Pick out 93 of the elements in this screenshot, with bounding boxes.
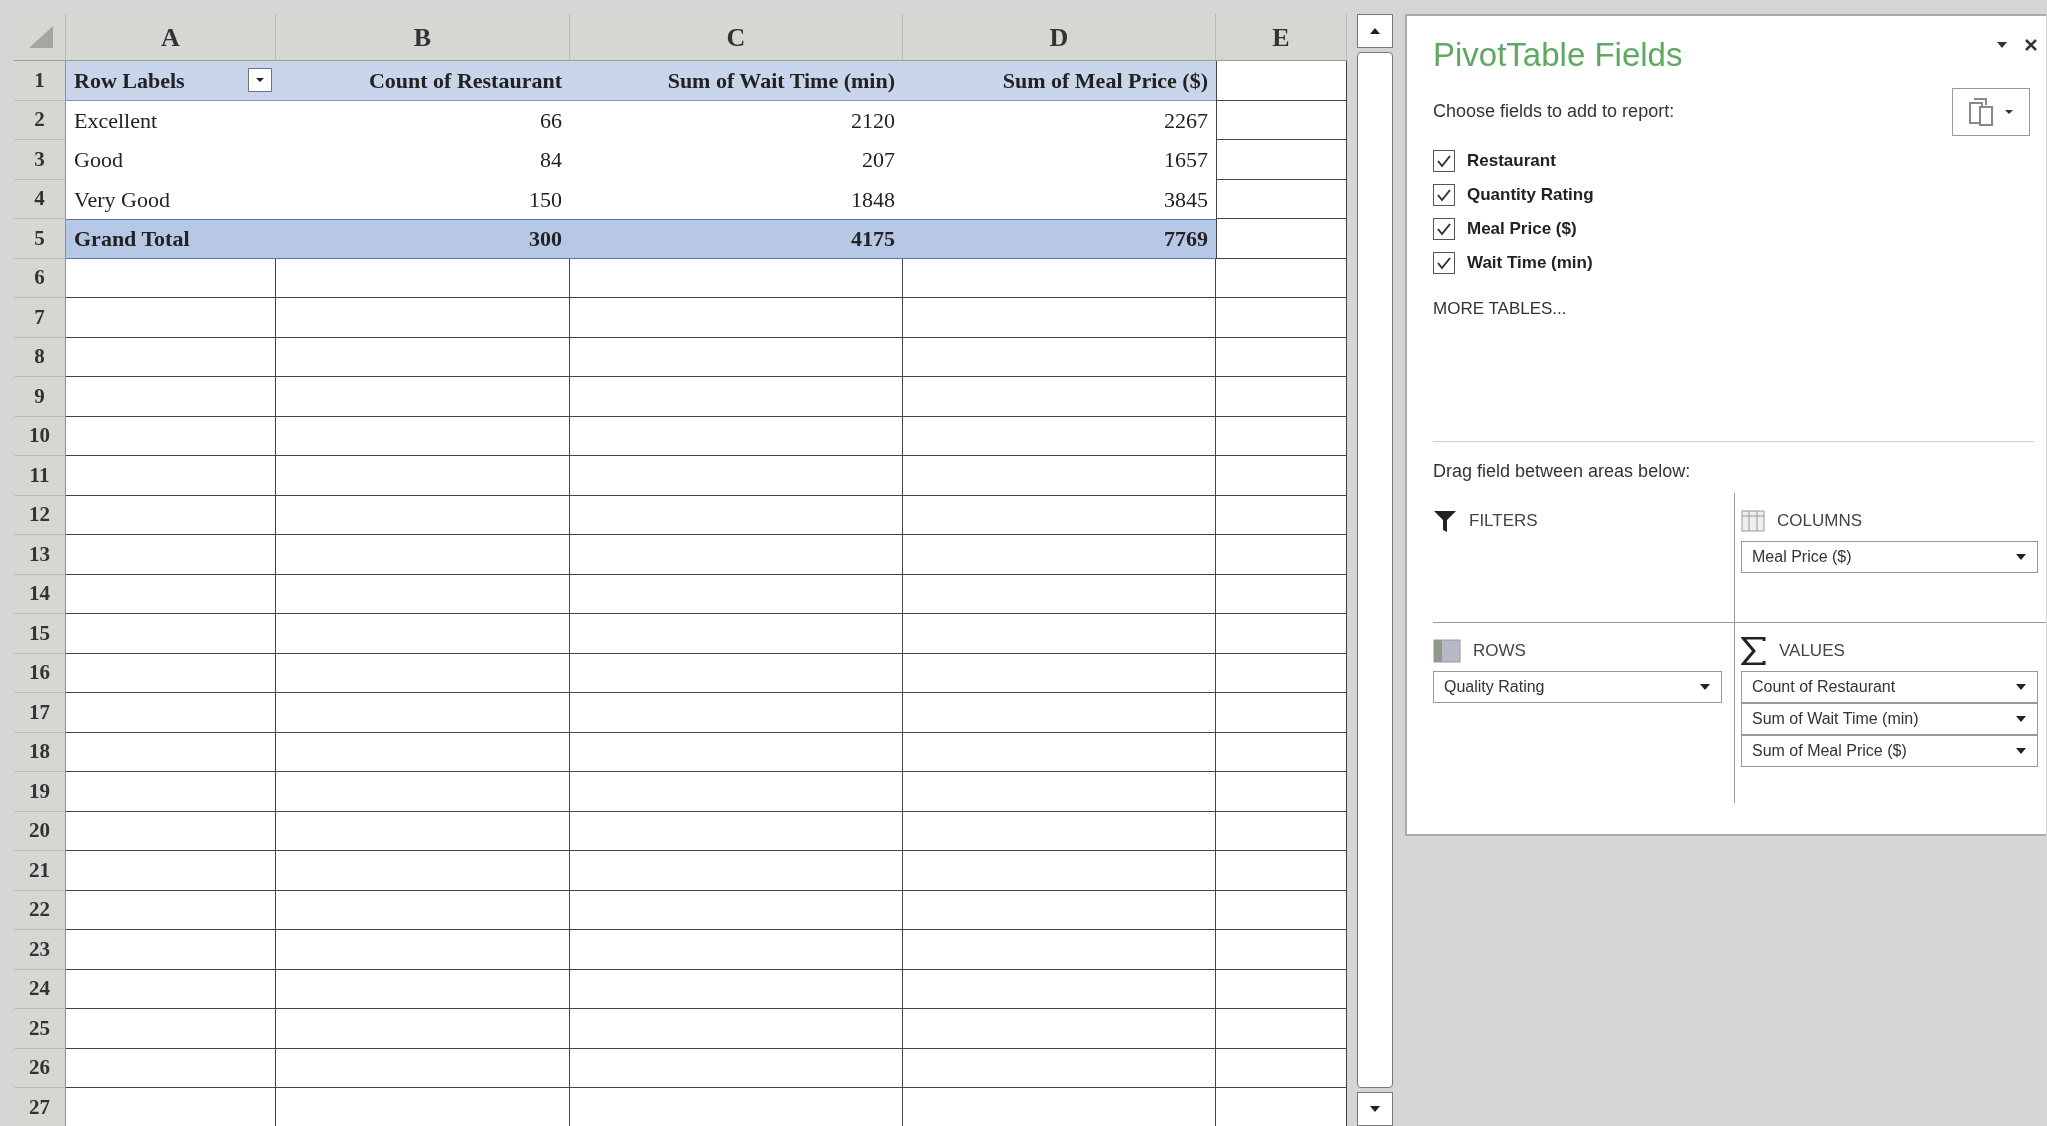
column-label: Sum of Meal Price ($) (903, 61, 1216, 101)
caret-icon (2004, 108, 2014, 115)
table-cell: Good (66, 140, 276, 180)
panel-title: PivotTable Fields (1433, 35, 1683, 75)
area-label: COLUMNS (1777, 510, 1862, 533)
column-header[interactable]: D (903, 14, 1216, 61)
row-header[interactable]: 23 (14, 930, 66, 970)
table-cell: Very Good (66, 179, 276, 219)
field-label: Restaurant (1467, 149, 1556, 172)
table-cell: 84 (276, 140, 570, 180)
table-cell: 150 (276, 179, 570, 219)
scrollbar-thumb[interactable] (1357, 52, 1393, 1088)
area-label: ROWS (1473, 640, 1526, 663)
caret-icon (2015, 747, 2027, 755)
row-header[interactable]: 1 (14, 61, 66, 101)
instruction-text: Drag field between areas below: (1433, 461, 1691, 481)
area-label: VALUES (1779, 640, 1845, 663)
table-cell: 1848 (570, 179, 903, 219)
table-cell: 300 (276, 219, 570, 259)
table-cell: Grand Total (66, 219, 276, 259)
row-header[interactable]: 21 (14, 851, 66, 891)
row-header[interactable]: 7 (14, 298, 66, 338)
row-header[interactable]: 22 (14, 890, 66, 930)
filter-icon (1433, 509, 1457, 533)
field-dropdown[interactable]: Count of Restaurant (1741, 671, 2038, 703)
field-dropdown[interactable]: Quality Rating (1433, 671, 1722, 703)
field-dropdown[interactable]: Sum of Wait Time (min) (1741, 703, 2038, 735)
row-header[interactable]: 4 (14, 179, 66, 219)
row-header[interactable]: 2 (14, 100, 66, 140)
checkbox[interactable] (1433, 183, 1455, 206)
caret-icon (2015, 715, 2027, 723)
row-header[interactable]: 8 (14, 337, 66, 377)
row-header[interactable]: 11 (14, 456, 66, 496)
field-label: Wait Time (min) (1467, 251, 1593, 274)
caret-icon (255, 77, 265, 84)
table-cell: 7769 (903, 219, 1216, 259)
sigma-icon (1741, 637, 1767, 665)
row-header[interactable]: 10 (14, 416, 66, 456)
column-header[interactable]: B (276, 14, 570, 61)
column-header[interactable]: C (570, 14, 903, 61)
caret-icon (1699, 683, 1711, 691)
instruction-text: Choose fields to add to report: (1433, 100, 1675, 123)
field-dropdown[interactable]: Meal Price ($) (1741, 541, 2038, 573)
column-label: Row Labels (74, 66, 185, 95)
table-cell: 4175 (570, 219, 903, 259)
down-arrow-icon (1369, 1105, 1381, 1113)
row-header[interactable]: 18 (14, 732, 66, 772)
scroll-down-button[interactable] (1357, 1092, 1393, 1126)
column-header[interactable]: E (1216, 14, 1347, 61)
caret-icon[interactable] (1996, 41, 2008, 49)
table-cell: Excellent (66, 100, 276, 140)
up-arrow-icon (1369, 27, 1381, 35)
row-header[interactable]: 24 (14, 969, 66, 1009)
row-header[interactable]: 6 (14, 258, 66, 298)
scroll-up-button[interactable] (1357, 14, 1393, 48)
checkbox[interactable] (1433, 217, 1455, 240)
row-header[interactable]: 13 (14, 535, 66, 575)
row-header[interactable]: 14 (14, 574, 66, 614)
layout-tools-button[interactable] (1952, 87, 2030, 136)
row-header[interactable]: 26 (14, 1048, 66, 1088)
caret-icon (2015, 553, 2027, 561)
table-cell: 207 (570, 140, 903, 180)
field-label: Meal Price ($) (1467, 217, 1577, 240)
row-header[interactable]: 5 (14, 219, 66, 259)
row-header[interactable]: 12 (14, 495, 66, 535)
row-header[interactable]: 16 (14, 653, 66, 693)
field-dropdown[interactable]: Sum of Meal Price ($) (1741, 735, 2038, 767)
rows-icon (1433, 639, 1461, 663)
caret-icon (2015, 683, 2027, 691)
checkbox[interactable] (1433, 149, 1455, 172)
row-header[interactable]: 15 (14, 614, 66, 654)
row-header[interactable]: 20 (14, 811, 66, 851)
row-header[interactable]: 17 (14, 693, 66, 733)
fields-layout-icon (1968, 96, 1996, 127)
row-header[interactable]: 25 (14, 1009, 66, 1049)
close-icon[interactable] (2024, 38, 2038, 52)
area-label: FILTERS (1469, 510, 1538, 533)
checkbox[interactable] (1433, 251, 1455, 274)
columns-icon (1741, 510, 1765, 532)
row-header[interactable]: 3 (14, 140, 66, 180)
row-header[interactable]: 9 (14, 377, 66, 417)
row-header[interactable]: 19 (14, 772, 66, 812)
filter-dropdown-button[interactable] (248, 68, 272, 93)
more-tables-link[interactable]: MORE TABLES... (1433, 298, 1567, 318)
table-cell: 2267 (903, 100, 1216, 140)
table-cell: 2120 (570, 100, 903, 140)
column-label: Count of Restaurant (276, 61, 570, 101)
field-label: Quantity Rating (1467, 183, 1594, 206)
column-label: Sum of Wait Time (min) (570, 61, 903, 101)
column-header[interactable]: A (66, 14, 276, 61)
table-cell: 3845 (903, 179, 1216, 219)
table-cell: 1657 (903, 140, 1216, 180)
table-cell: 66 (276, 100, 570, 140)
